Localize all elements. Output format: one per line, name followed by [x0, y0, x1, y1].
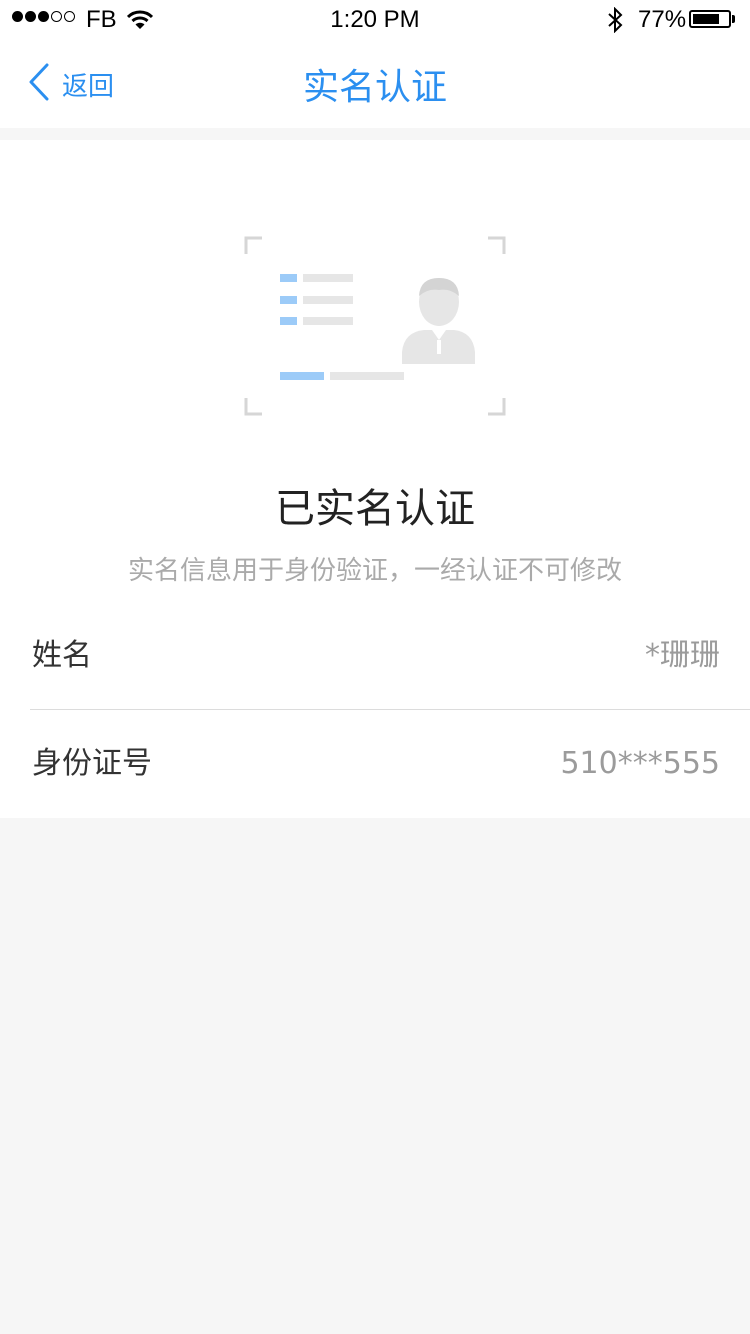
name-row: 姓名 *珊珊 — [0, 602, 750, 710]
battery-percent: 77% — [638, 6, 687, 33]
battery-icon — [689, 10, 731, 28]
bluetooth-icon — [606, 6, 624, 40]
id-number-value: 510***555 — [560, 746, 720, 781]
id-card-icon — [244, 236, 508, 422]
name-value: *珊珊 — [645, 638, 720, 673]
verified-heading: 已实名认证 — [275, 486, 475, 532]
verification-card: 已实名认证 实名信息用于身份验证，一经认证不可修改 姓名 *珊珊 身份证号 51… — [0, 140, 750, 818]
id-number-label: 身份证号 — [32, 746, 152, 781]
battery-cap — [732, 15, 735, 23]
status-bar: FB 1:20 PM 77% — [0, 0, 750, 40]
id-number-row: 身份证号 510***555 — [0, 710, 750, 818]
navigation-bar: 返回 实名认证 — [0, 40, 750, 128]
battery-level — [693, 14, 719, 24]
name-label: 姓名 — [32, 638, 92, 673]
real-name-verification-screen: FB 1:20 PM 77% 返回 实名认证 已实名认证 实名信息用于身份验证，… — [0, 0, 750, 1334]
page-title: 实名认证 — [302, 67, 447, 108]
verified-subtext: 实名信息用于身份验证，一经认证不可修改 — [127, 556, 622, 586]
